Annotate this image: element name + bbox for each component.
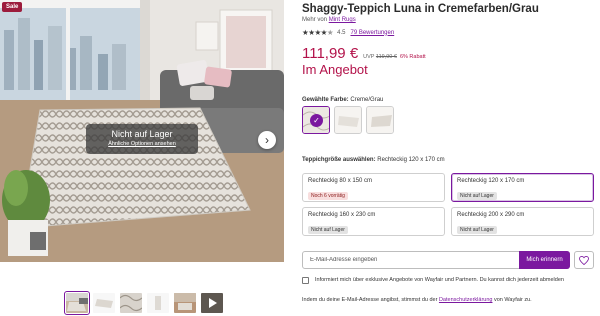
out-of-stock-overlay: Nicht auf Lager Ähnliche Optionen ansehe… (86, 124, 198, 154)
rating-value: 4.5 (337, 29, 346, 36)
image-gallery: Sale Nicht auf Lager Ähnliche Optionen a… (0, 0, 284, 316)
thumbnail-3[interactable] (120, 293, 142, 313)
room-2-thumbnail-image (174, 293, 196, 313)
checkmark-icon: ✓ (310, 114, 323, 127)
rating-row: ★★★★★ 4.5 79 Bewertungen (302, 28, 394, 37)
size-option-160x230[interactable]: Rechteckig 160 x 230 cm Nicht auf Lager (302, 207, 445, 236)
optin-text: Informiert mich über exklusive Angebote … (315, 277, 564, 283)
uvp-label: UVP 119,90 € (363, 54, 397, 60)
wishlist-button[interactable] (574, 251, 594, 269)
size-option-200x290[interactable]: Rechteckig 200 x 290 cm Nicht auf Lager (451, 207, 594, 236)
size-option-name: Rechteckig 160 x 230 cm (308, 212, 376, 218)
thumbnail-2[interactable] (93, 293, 115, 313)
thumbnail-strip (64, 291, 223, 315)
privacy-suffix: von Wayfair zu. (494, 297, 532, 303)
stock-badge: Noch 6 vorrätig (308, 192, 348, 200)
price-row: 111,99 € UVP 119,90 € 6% Rabatt (302, 45, 426, 62)
uvp-text: UVP (363, 54, 375, 60)
rug-rolled-thumbnail-image (147, 293, 169, 313)
uvp-price: 119,90 € (375, 54, 397, 60)
sale-status-text: Im Angebot (302, 62, 368, 77)
size-option-name: Rechteckig 80 x 150 cm (308, 178, 373, 184)
video-thumbnail-image (201, 293, 223, 313)
newsletter-optin: Informiert mich über exklusive Angebote … (302, 276, 594, 285)
next-image-button[interactable]: › (258, 131, 276, 149)
notify-me-button[interactable]: Mich erinnern (519, 251, 570, 269)
sale-badge: Sale (2, 2, 23, 12)
size-option-name: Rechteckig 120 x 170 cm (457, 178, 525, 184)
swatch-creme-grau[interactable]: ✓ (302, 106, 330, 134)
similar-options-link[interactable]: Ähnliche Optionen ansehen (86, 141, 198, 147)
rug-pattern-thumbnail-image (120, 293, 142, 313)
thumbnail-5[interactable] (174, 293, 196, 313)
product-title: Shaggy-Teppich Luna in Cremefarben/Grau (302, 3, 539, 15)
brand-prefix: Mehr von (302, 17, 328, 23)
color-label: Gewählte Farbe: Creme/Grau (302, 97, 383, 103)
star-rating-icon: ★★★★★ (302, 28, 334, 37)
stock-badge: Nicht auf Lager (457, 192, 497, 200)
current-price: 111,99 € (302, 45, 359, 62)
privacy-notice: Indem du deine E-Mail-Adresse angibst, s… (302, 297, 532, 303)
privacy-prefix: Indem du deine E-Mail-Adresse angibst, s… (302, 297, 438, 303)
chevron-right-icon: › (265, 133, 269, 147)
size-option-120x170[interactable]: Rechteckig 120 x 170 cm Nicht auf Lager (451, 173, 594, 202)
notify-row: Mich erinnern (302, 251, 594, 269)
room-thumbnail-image (66, 293, 88, 313)
size-label-title: Teppichgröße auswählen: (302, 157, 376, 163)
brand-link[interactable]: Mint Rugs (329, 17, 356, 23)
optin-checkbox[interactable] (302, 277, 309, 284)
size-option-80x150[interactable]: Rechteckig 80 x 150 cm Noch 6 vorrätig (302, 173, 445, 202)
heart-icon (579, 255, 589, 265)
color-value: Creme/Grau (350, 97, 384, 103)
swatch-option-2[interactable] (334, 106, 362, 134)
discount-label: 6% Rabatt (399, 54, 426, 60)
stock-badge: Nicht auf Lager (457, 226, 497, 234)
rug-swatch-image (367, 107, 393, 133)
swatch-option-3[interactable] (366, 106, 394, 134)
main-product-image[interactable]: Sale Nicht auf Lager Ähnliche Optionen a… (0, 0, 284, 262)
thumbnail-1[interactable] (64, 291, 90, 315)
rug-angle-thumbnail-image (93, 293, 115, 313)
rug-swatch-image (335, 107, 361, 133)
reviews-link[interactable]: 79 Bewertungen (350, 30, 394, 36)
size-option-name: Rechteckig 200 x 290 cm (457, 212, 525, 218)
stock-badge: Nicht auf Lager (308, 226, 348, 234)
thumbnail-4[interactable] (147, 293, 169, 313)
color-swatches: ✓ (302, 106, 394, 134)
size-label: Teppichgröße auswählen: Rechteckig 120 x… (302, 157, 445, 163)
size-value: Rechteckig 120 x 170 cm (377, 157, 445, 163)
thumbnail-video[interactable] (201, 293, 223, 313)
brand-line: Mehr von Mint Rugs (302, 17, 356, 23)
color-label-title: Gewählte Farbe: (302, 97, 349, 103)
privacy-policy-link[interactable]: Datenschutzerklärung (439, 297, 493, 303)
size-options: Rechteckig 80 x 150 cm Noch 6 vorrätig R… (302, 173, 594, 236)
out-of-stock-title: Nicht auf Lager (111, 129, 173, 139)
